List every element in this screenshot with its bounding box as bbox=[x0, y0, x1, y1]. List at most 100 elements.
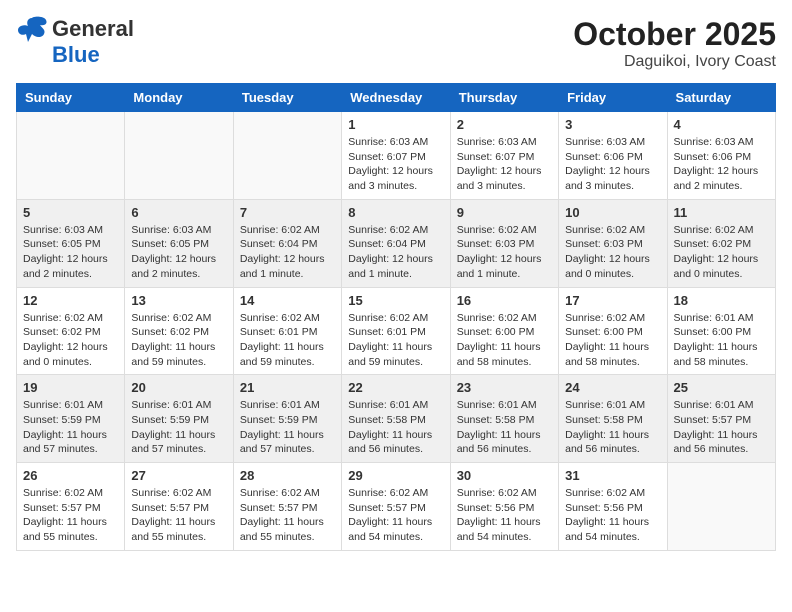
calendar-day-cell bbox=[667, 463, 775, 551]
day-info: Sunrise: 6:03 AM Sunset: 6:05 PM Dayligh… bbox=[23, 223, 118, 282]
calendar-header-wednesday: Wednesday bbox=[342, 84, 450, 112]
day-info: Sunrise: 6:02 AM Sunset: 6:01 PM Dayligh… bbox=[348, 311, 443, 370]
calendar-day-cell: 15 Sunrise: 6:02 AM Sunset: 6:01 PM Dayli… bbox=[342, 287, 450, 375]
day-number: 4 bbox=[674, 117, 769, 132]
calendar-day-cell: 14 Sunrise: 6:02 AM Sunset: 6:01 PM Dayli… bbox=[233, 287, 341, 375]
day-number: 28 bbox=[240, 468, 335, 483]
calendar-day-cell: 21 Sunrise: 6:01 AM Sunset: 5:59 PM Dayli… bbox=[233, 375, 341, 463]
day-number: 8 bbox=[348, 205, 443, 220]
day-number: 29 bbox=[348, 468, 443, 483]
day-number: 31 bbox=[565, 468, 660, 483]
day-number: 5 bbox=[23, 205, 118, 220]
day-info: Sunrise: 6:02 AM Sunset: 5:56 PM Dayligh… bbox=[457, 486, 552, 545]
calendar-day-cell: 28 Sunrise: 6:02 AM Sunset: 5:57 PM Dayli… bbox=[233, 463, 341, 551]
calendar-week-row: 19 Sunrise: 6:01 AM Sunset: 5:59 PM Dayli… bbox=[17, 375, 776, 463]
calendar-day-cell: 24 Sunrise: 6:01 AM Sunset: 5:58 PM Dayli… bbox=[559, 375, 667, 463]
day-number: 24 bbox=[565, 380, 660, 395]
day-info: Sunrise: 6:02 AM Sunset: 5:56 PM Dayligh… bbox=[565, 486, 660, 545]
day-info: Sunrise: 6:03 AM Sunset: 6:05 PM Dayligh… bbox=[131, 223, 226, 282]
calendar-day-cell: 16Sunrise: 6:02 AM Sunset: 6:00 PM Dayli… bbox=[450, 287, 558, 375]
day-number: 22 bbox=[348, 380, 443, 395]
day-number: 21 bbox=[240, 380, 335, 395]
calendar-week-row: 12Sunrise: 6:02 AM Sunset: 6:02 PM Dayli… bbox=[17, 287, 776, 375]
day-number: 14 bbox=[240, 293, 335, 308]
logo-general: General bbox=[52, 16, 134, 42]
day-number: 27 bbox=[131, 468, 226, 483]
calendar-day-cell: 31 Sunrise: 6:02 AM Sunset: 5:56 PM Dayli… bbox=[559, 463, 667, 551]
calendar-day-cell: 1 Sunrise: 6:03 AM Sunset: 6:07 PM Daylig… bbox=[342, 112, 450, 200]
day-info: Sunrise: 6:01 AM Sunset: 5:57 PM Dayligh… bbox=[674, 398, 769, 457]
day-number: 16 bbox=[457, 293, 552, 308]
calendar-table: SundayMondayTuesdayWednesdayThursdayFrid… bbox=[16, 83, 776, 551]
day-info: Sunrise: 6:01 AM Sunset: 5:58 PM Dayligh… bbox=[348, 398, 443, 457]
day-info: Sunrise: 6:02 AM Sunset: 6:02 PM Dayligh… bbox=[131, 311, 226, 370]
calendar-header-saturday: Saturday bbox=[667, 84, 775, 112]
calendar-day-cell: 30 Sunrise: 6:02 AM Sunset: 5:56 PM Dayli… bbox=[450, 463, 558, 551]
calendar-day-cell: 9 Sunrise: 6:02 AM Sunset: 6:03 PM Daylig… bbox=[450, 199, 558, 287]
calendar-day-cell bbox=[17, 112, 125, 200]
day-info: Sunrise: 6:01 AM Sunset: 5:59 PM Dayligh… bbox=[240, 398, 335, 457]
day-info: Sunrise: 6:01 AM Sunset: 5:58 PM Dayligh… bbox=[565, 398, 660, 457]
calendar-day-cell: 8 Sunrise: 6:02 AM Sunset: 6:04 PM Daylig… bbox=[342, 199, 450, 287]
day-info: Sunrise: 6:02 AM Sunset: 6:00 PM Dayligh… bbox=[565, 311, 660, 370]
day-info: Sunrise: 6:02 AM Sunset: 5:57 PM Dayligh… bbox=[131, 486, 226, 545]
page-subtitle: Daguikoi, Ivory Coast bbox=[573, 53, 776, 71]
day-info: Sunrise: 6:02 AM Sunset: 6:04 PM Dayligh… bbox=[240, 223, 335, 282]
day-info: Sunrise: 6:01 AM Sunset: 5:58 PM Dayligh… bbox=[457, 398, 552, 457]
day-number: 17 bbox=[565, 293, 660, 308]
day-info: Sunrise: 6:03 AM Sunset: 6:07 PM Dayligh… bbox=[348, 135, 443, 194]
calendar-day-cell: 20Sunrise: 6:01 AM Sunset: 5:59 PM Dayli… bbox=[125, 375, 233, 463]
calendar-header-sunday: Sunday bbox=[17, 84, 125, 112]
calendar-header-monday: Monday bbox=[125, 84, 233, 112]
logo-bird-icon bbox=[16, 16, 48, 42]
day-info: Sunrise: 6:02 AM Sunset: 6:04 PM Dayligh… bbox=[348, 223, 443, 282]
day-number: 9 bbox=[457, 205, 552, 220]
day-number: 30 bbox=[457, 468, 552, 483]
calendar-header-row: SundayMondayTuesdayWednesdayThursdayFrid… bbox=[17, 84, 776, 112]
day-info: Sunrise: 6:02 AM Sunset: 6:02 PM Dayligh… bbox=[674, 223, 769, 282]
day-info: Sunrise: 6:02 AM Sunset: 6:01 PM Dayligh… bbox=[240, 311, 335, 370]
day-number: 25 bbox=[674, 380, 769, 395]
calendar-day-cell: 2 Sunrise: 6:03 AM Sunset: 6:07 PM Daylig… bbox=[450, 112, 558, 200]
logo-blue: Blue bbox=[52, 42, 100, 68]
calendar-week-row: 26 Sunrise: 6:02 AM Sunset: 5:57 PM Dayli… bbox=[17, 463, 776, 551]
calendar-day-cell: 3Sunrise: 6:03 AM Sunset: 6:06 PM Daylig… bbox=[559, 112, 667, 200]
day-number: 18 bbox=[674, 293, 769, 308]
calendar-day-cell: 23 Sunrise: 6:01 AM Sunset: 5:58 PM Dayli… bbox=[450, 375, 558, 463]
calendar-week-row: 5 Sunrise: 6:03 AM Sunset: 6:05 PM Daylig… bbox=[17, 199, 776, 287]
calendar-day-cell: 29 Sunrise: 6:02 AM Sunset: 5:57 PM Dayli… bbox=[342, 463, 450, 551]
day-number: 10 bbox=[565, 205, 660, 220]
day-info: Sunrise: 6:02 AM Sunset: 6:02 PM Dayligh… bbox=[23, 311, 118, 370]
day-info: Sunrise: 6:03 AM Sunset: 6:06 PM Dayligh… bbox=[674, 135, 769, 194]
calendar-header-friday: Friday bbox=[559, 84, 667, 112]
calendar-week-row: 1 Sunrise: 6:03 AM Sunset: 6:07 PM Daylig… bbox=[17, 112, 776, 200]
calendar-header-tuesday: Tuesday bbox=[233, 84, 341, 112]
day-number: 23 bbox=[457, 380, 552, 395]
day-info: Sunrise: 6:02 AM Sunset: 6:03 PM Dayligh… bbox=[565, 223, 660, 282]
day-number: 7 bbox=[240, 205, 335, 220]
calendar-day-cell: 19 Sunrise: 6:01 AM Sunset: 5:59 PM Dayli… bbox=[17, 375, 125, 463]
day-number: 1 bbox=[348, 117, 443, 132]
day-number: 26 bbox=[23, 468, 118, 483]
calendar-day-cell: 18Sunrise: 6:01 AM Sunset: 6:00 PM Dayli… bbox=[667, 287, 775, 375]
calendar-day-cell: 26Sunrise: 6:02 AM Sunset: 5:57 PM Dayli… bbox=[17, 463, 125, 551]
day-info: Sunrise: 6:01 AM Sunset: 5:59 PM Dayligh… bbox=[23, 398, 118, 457]
day-info: Sunrise: 6:02 AM Sunset: 6:03 PM Dayligh… bbox=[457, 223, 552, 282]
day-number: 6 bbox=[131, 205, 226, 220]
calendar-day-cell: 5 Sunrise: 6:03 AM Sunset: 6:05 PM Daylig… bbox=[17, 199, 125, 287]
day-info: Sunrise: 6:02 AM Sunset: 5:57 PM Dayligh… bbox=[348, 486, 443, 545]
title-block: October 2025 Daguikoi, Ivory Coast bbox=[573, 16, 776, 71]
day-number: 13 bbox=[131, 293, 226, 308]
day-number: 19 bbox=[23, 380, 118, 395]
calendar-day-cell: 27 Sunrise: 6:02 AM Sunset: 5:57 PM Dayli… bbox=[125, 463, 233, 551]
calendar-header-thursday: Thursday bbox=[450, 84, 558, 112]
calendar-day-cell: 6 Sunrise: 6:03 AM Sunset: 6:05 PM Daylig… bbox=[125, 199, 233, 287]
day-number: 15 bbox=[348, 293, 443, 308]
calendar-day-cell: 13 Sunrise: 6:02 AM Sunset: 6:02 PM Dayli… bbox=[125, 287, 233, 375]
day-info: Sunrise: 6:03 AM Sunset: 6:07 PM Dayligh… bbox=[457, 135, 552, 194]
calendar-day-cell: 25 Sunrise: 6:01 AM Sunset: 5:57 PM Dayli… bbox=[667, 375, 775, 463]
calendar-day-cell bbox=[233, 112, 341, 200]
day-number: 2 bbox=[457, 117, 552, 132]
calendar-day-cell: 7 Sunrise: 6:02 AM Sunset: 6:04 PM Daylig… bbox=[233, 199, 341, 287]
day-info: Sunrise: 6:02 AM Sunset: 5:57 PM Dayligh… bbox=[240, 486, 335, 545]
